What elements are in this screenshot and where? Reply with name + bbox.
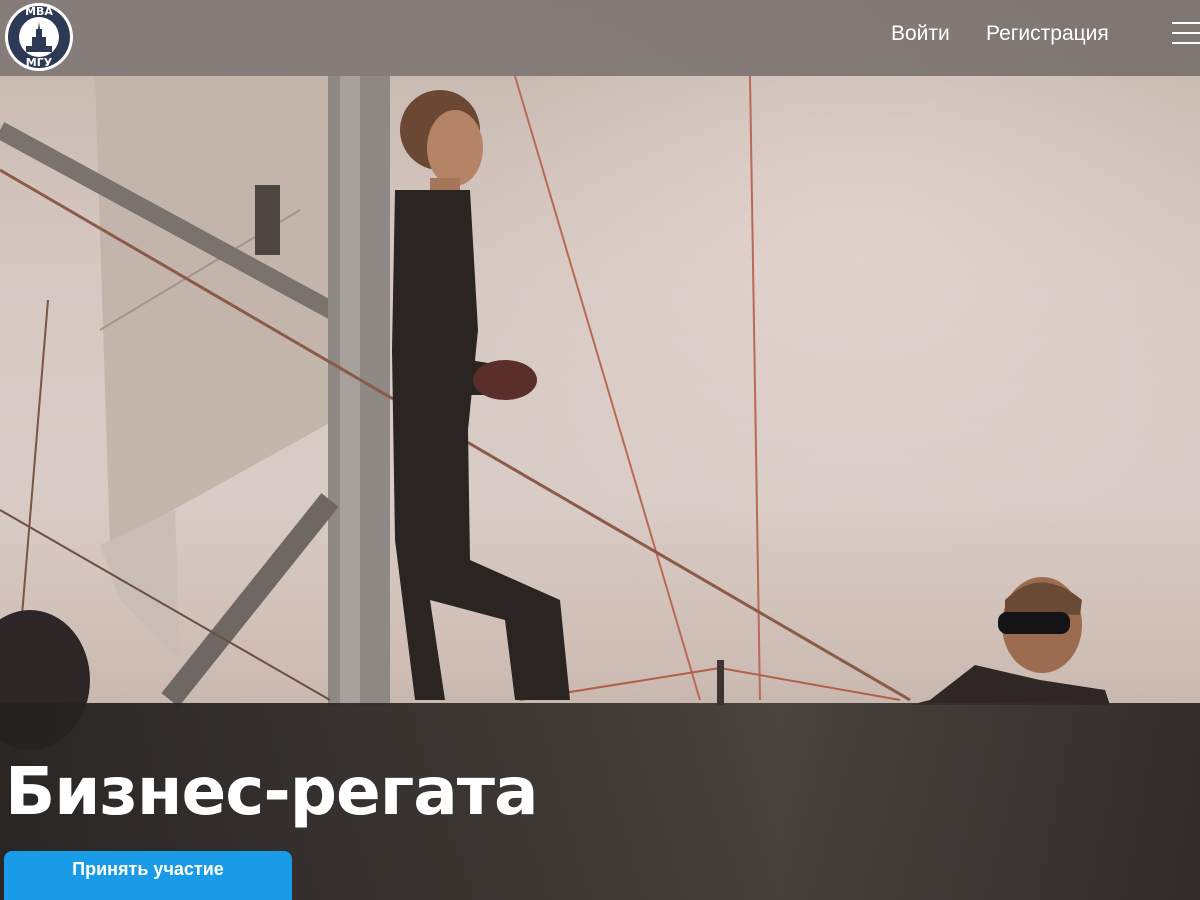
mast-highlight	[340, 76, 360, 706]
login-link[interactable]: Войти	[891, 20, 950, 48]
menu-bar	[1172, 42, 1200, 44]
site-header: МВА МГУ Войти Регистрация	[0, 0, 1200, 76]
menu-bar	[1172, 32, 1200, 34]
woman-body	[392, 190, 570, 700]
hamburger-menu-icon[interactable]	[1172, 18, 1200, 48]
woman-glove	[473, 360, 537, 400]
man-body	[910, 665, 1110, 705]
rope	[719, 667, 901, 701]
man-hair	[1005, 582, 1082, 615]
woman-face	[427, 110, 483, 186]
register-link[interactable]: Регистрация	[986, 20, 1109, 48]
stanchion	[717, 660, 724, 705]
logo-bottom-text: МГУ	[26, 56, 53, 69]
menu-bar	[1172, 22, 1200, 24]
sail-patch	[255, 185, 280, 255]
page: МВА МГУ Войти Регистрация Бизнес-регата …	[0, 0, 1200, 900]
logo-top-text: МВА	[25, 5, 53, 18]
hero-banner: Бизнес-регата Принять участие	[0, 703, 1200, 900]
mba-msu-logo[interactable]: МВА МГУ	[4, 2, 74, 72]
page-title: Бизнес-регата	[5, 753, 539, 830]
man-sunglasses	[998, 612, 1070, 634]
participate-button[interactable]: Принять участие	[4, 851, 292, 900]
strut	[161, 493, 339, 707]
